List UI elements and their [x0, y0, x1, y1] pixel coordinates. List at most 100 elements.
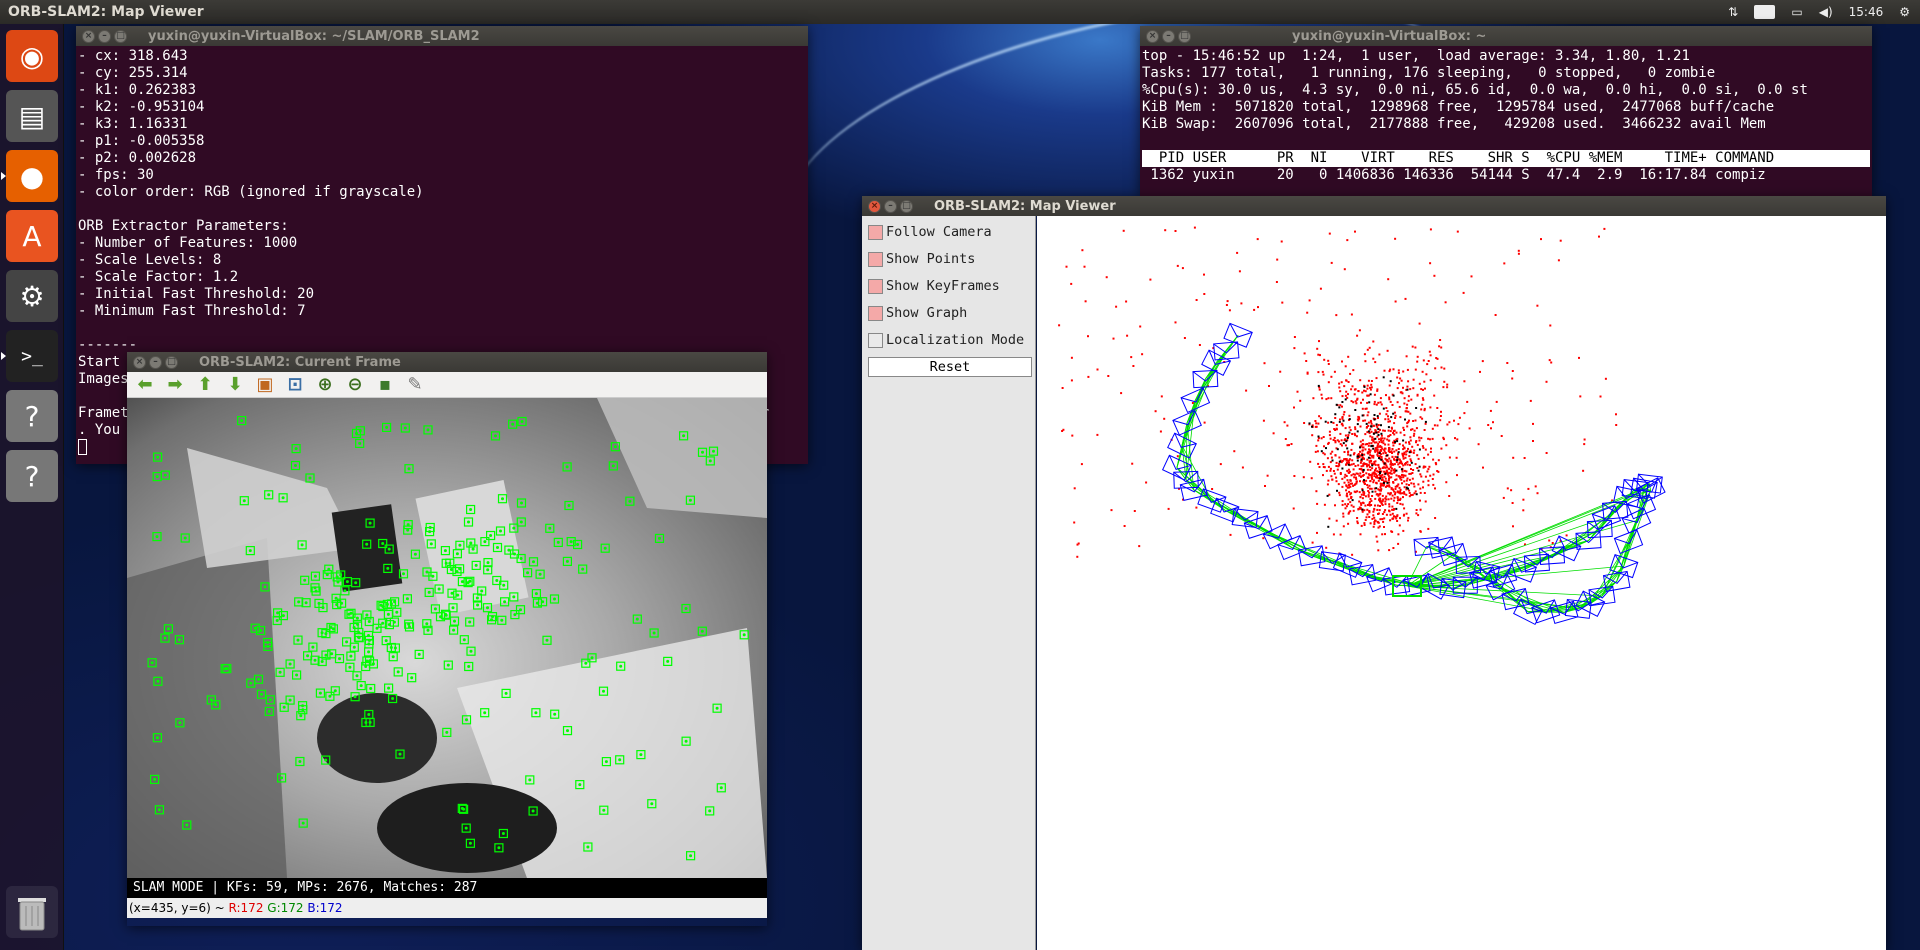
close-icon[interactable]: × — [133, 355, 146, 369]
map-point — [1432, 483, 1435, 486]
map-point — [1359, 496, 1362, 498]
brush-icon[interactable]: ✎ — [403, 374, 427, 396]
arrow-down-icon[interactable]: ⬇ — [223, 374, 247, 396]
map-point — [1132, 365, 1135, 367]
map-point — [1343, 268, 1346, 271]
checkbox-box[interactable] — [868, 251, 883, 267]
feature-point — [480, 589, 484, 593]
feature-point — [652, 631, 656, 635]
map-point — [1377, 513, 1379, 515]
feature-point — [538, 572, 542, 576]
network-icon[interactable]: ⇅ — [1728, 5, 1738, 19]
ubuntu-logo-icon[interactable]: ◉ — [6, 30, 58, 82]
map-point — [1338, 456, 1341, 459]
unknown-app-icon[interactable]: ? — [6, 450, 58, 502]
maximize-icon[interactable]: □ — [1178, 29, 1191, 43]
save-icon[interactable]: ▪ — [373, 374, 397, 396]
minimize-icon[interactable]: – — [149, 355, 162, 369]
trash-icon[interactable] — [6, 886, 58, 938]
camera-frame[interactable] — [127, 398, 767, 878]
pixel-info-bar: (x=435, y=6) ~ R:172 G:172 B:172 — [127, 898, 767, 918]
minimize-icon[interactable]: – — [98, 29, 111, 43]
map-point — [1338, 382, 1341, 385]
close-icon[interactable]: × — [1146, 29, 1159, 43]
map-point — [1335, 424, 1338, 427]
map-3d-view[interactable] — [1037, 216, 1886, 950]
arrow-up-icon[interactable]: ⬆ — [193, 374, 217, 396]
feature-point — [368, 521, 372, 525]
reset-button[interactable]: Reset — [868, 357, 1032, 377]
map-point — [1369, 498, 1372, 500]
feature-point — [545, 638, 549, 642]
follow-camera-checkbox[interactable]: Follow Camera — [868, 222, 992, 242]
feature-point — [410, 676, 414, 680]
checkbox-box[interactable] — [868, 305, 883, 321]
map-point — [1395, 517, 1398, 520]
keyboard-layout-indicator[interactable]: En — [1754, 5, 1776, 19]
minimize-icon[interactable]: – — [1162, 29, 1175, 43]
maximize-icon[interactable]: □ — [900, 199, 913, 213]
map-point — [1413, 429, 1416, 432]
map-point — [1405, 483, 1408, 486]
terminal-window-top[interactable]: × – □ yuxin@yuxin-VirtualBox: ~ top - 15:4… — [1140, 26, 1872, 196]
reference-map-point — [1396, 456, 1399, 459]
zoom-out-icon[interactable]: ⊖ — [343, 374, 367, 396]
reference-map-point — [1342, 442, 1345, 445]
top-output[interactable]: top - 15:46:52 up 1:24, 1 user, load ave… — [1140, 46, 1872, 196]
title-bar[interactable]: × – □ ORB-SLAM2: Map Viewer — [862, 196, 1886, 216]
unknown-app-icon[interactable]: ? — [6, 390, 58, 442]
minimize-icon[interactable]: – — [884, 199, 897, 213]
map-point — [1442, 436, 1445, 439]
map-point — [1425, 373, 1428, 376]
map-point — [1399, 377, 1402, 380]
feature-point — [708, 459, 712, 463]
maximize-icon[interactable]: □ — [114, 29, 127, 43]
title-bar[interactable]: × – □ yuxin@yuxin-VirtualBox: ~ — [1140, 26, 1872, 46]
image-icon[interactable]: ▣ — [253, 374, 277, 396]
zoom-in-icon[interactable]: ⊕ — [313, 374, 337, 396]
localization-mode-checkbox[interactable]: Localization Mode — [868, 330, 1024, 350]
checkbox-box[interactable] — [868, 332, 883, 348]
battery-icon[interactable]: ▭ — [1791, 5, 1802, 19]
show-keyframes-checkbox[interactable]: Show KeyFrames — [868, 276, 1000, 296]
checkbox-box[interactable] — [868, 224, 883, 240]
map-point — [1411, 445, 1414, 448]
map-point — [1364, 360, 1367, 363]
map-viewer-window[interactable]: × – □ ORB-SLAM2: Map Viewer Follow Camera … — [862, 196, 1886, 950]
system-settings-icon[interactable]: ⚙ — [6, 270, 58, 322]
software-center-icon[interactable]: A — [6, 210, 58, 262]
map-point — [1316, 531, 1318, 534]
map-point — [1384, 477, 1387, 480]
map-point — [1395, 474, 1398, 477]
map-point — [1511, 370, 1514, 372]
zoom-fit-icon[interactable]: ⊡ — [283, 374, 307, 396]
show-points-checkbox[interactable]: Show Points — [868, 249, 975, 269]
terminal-icon[interactable]: >_ — [1, 330, 58, 382]
clock[interactable]: 15:46 — [1849, 5, 1884, 19]
map-point — [1122, 229, 1125, 232]
map-point — [1448, 456, 1451, 459]
arrow-right-icon[interactable]: ➡ — [163, 374, 187, 396]
map-point — [1392, 547, 1395, 549]
close-icon[interactable]: × — [82, 29, 95, 43]
title-bar[interactable]: × – □ yuxin@yuxin-VirtualBox: ~/SLAM/ORB_S… — [76, 26, 808, 46]
map-point — [1381, 533, 1384, 536]
volume-icon[interactable]: ◀) — [1819, 5, 1833, 19]
map-point — [1410, 459, 1413, 462]
map-point — [1369, 487, 1371, 490]
checkbox-box[interactable] — [868, 278, 883, 294]
map-point — [1350, 400, 1353, 403]
maximize-icon[interactable]: □ — [165, 355, 178, 369]
title-bar[interactable]: × – □ ORB-SLAM2: Current Frame — [127, 352, 767, 372]
show-graph-checkbox[interactable]: Show Graph — [868, 303, 967, 323]
close-icon[interactable]: × — [868, 199, 881, 213]
map-point — [1424, 387, 1426, 390]
arrow-left-icon[interactable]: ⬅ — [133, 374, 157, 396]
firefox-icon[interactable]: ● — [1, 150, 58, 202]
map-point — [1338, 462, 1341, 465]
telephone — [187, 448, 357, 568]
gear-icon[interactable]: ⚙ — [1899, 5, 1910, 19]
files-icon[interactable]: ▤ — [6, 90, 58, 142]
current-frame-window[interactable]: × – □ ORB-SLAM2: Current Frame ⬅ ➡ ⬆ ⬇ ▣ ⊡ ⊕ ⊖ ▪ ✎ … — [127, 352, 767, 926]
map-point — [1367, 504, 1369, 506]
